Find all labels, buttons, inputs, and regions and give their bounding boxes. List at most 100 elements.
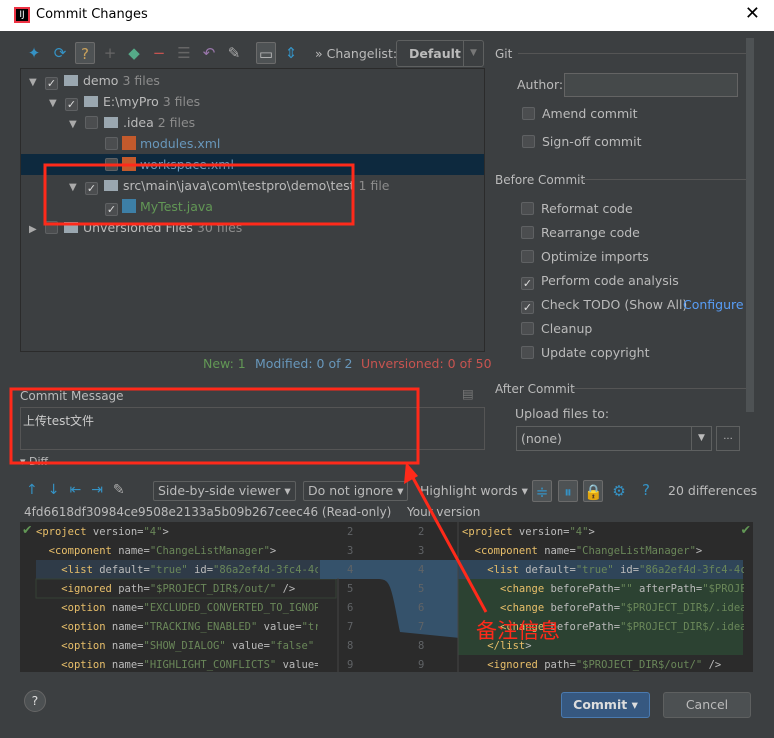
expand-arrow-icon[interactable]: ▶ xyxy=(29,219,45,240)
cancel-button[interactable]: Cancel xyxy=(663,692,751,718)
tree-checkbox[interactable] xyxy=(85,116,98,129)
add-icon[interactable]: + xyxy=(100,42,120,64)
differences-count: 20 differences xyxy=(668,483,758,498)
tree-item[interactable]: ▶ Unversioned Files 30 files xyxy=(21,217,484,238)
tree-item[interactable]: modules.xml xyxy=(21,133,484,154)
tree-checkbox[interactable]: ✓ xyxy=(65,98,78,111)
close-button[interactable]: ✕ xyxy=(745,3,760,24)
before-commit-checkbox[interactable]: Optimize imports xyxy=(521,248,649,266)
before-commit-checkbox[interactable]: Rearrange code xyxy=(521,224,640,242)
highlight-dropdown[interactable]: Highlight words ▾ xyxy=(415,481,533,501)
code-line: <list default="true" id="86a2ef4d-3fc4-4… xyxy=(61,564,318,576)
tree-checkbox[interactable]: ✓ xyxy=(105,203,118,216)
folder-icon xyxy=(64,75,78,86)
before-commit-checkbox[interactable]: ✓ Check TODO (Show All) xyxy=(521,296,687,314)
right-panel-scrollbar[interactable] xyxy=(746,38,754,412)
before-commit-label: Before Commit xyxy=(495,173,586,187)
java-file-icon xyxy=(122,199,136,213)
expand-arrow-icon[interactable]: ▼ xyxy=(69,114,85,135)
before-commit-checkbox[interactable]: Update copyright xyxy=(521,344,649,362)
tree-checkbox[interactable] xyxy=(105,158,118,171)
help-button[interactable]: ? xyxy=(24,690,46,712)
tree-item[interactable]: ▼ .idea 2 files xyxy=(21,112,484,133)
code-line: <ignored path="$PROJECT_DIR$/out/" /> xyxy=(61,583,296,595)
settings-gear-icon[interactable]: ⚙ xyxy=(609,480,629,502)
status-new: New: 1 xyxy=(203,356,246,371)
tree-item[interactable]: ▼ ✓ demo 3 files xyxy=(21,70,484,91)
code-line: <option name="SHOW_DIALOG" value="false"… xyxy=(61,640,315,652)
upload-files-label: Upload files to: xyxy=(515,406,610,421)
group-icon[interactable]: ☰ xyxy=(174,42,194,64)
show-diff-icon[interactable]: ✦ xyxy=(24,42,44,64)
commit-message-input[interactable]: 上传test文件 xyxy=(20,407,485,450)
status-modified: Modified: 0 of 2 xyxy=(255,356,353,371)
tree-item[interactable]: workspace.xml xyxy=(21,154,484,175)
tree-item[interactable]: ✓ MyTest.java xyxy=(21,196,484,217)
line-number: 6 xyxy=(347,602,354,614)
after-commit-label: After Commit xyxy=(495,382,575,396)
changelist-dropdown[interactable]: Default ▼ xyxy=(396,40,484,67)
collapse-unchanged-icon[interactable]: ≑ xyxy=(532,480,552,502)
upload-files-dropdown[interactable]: (none) ▼ xyxy=(516,426,712,451)
expand-arrow-icon[interactable]: ▼ xyxy=(29,72,45,93)
left-version-title: 4fd6618df30984ce9508e2133a5b09b267ceec46… xyxy=(24,505,392,519)
xml-file-icon xyxy=(122,157,136,171)
left-ok-icon: ✔ xyxy=(22,522,33,537)
expand-all-icon[interactable]: ⇕ xyxy=(281,42,301,64)
xml-file-icon xyxy=(122,136,136,150)
tree-item[interactable]: ▼ ✓ E:\myPro 3 files xyxy=(21,91,484,112)
configure-link[interactable]: Configure xyxy=(683,297,744,312)
line-number: 9 xyxy=(418,659,425,671)
diff-label[interactable]: ▾ Diff xyxy=(20,455,48,468)
edit-source-icon[interactable]: ✎ xyxy=(224,42,244,64)
before-commit-checkbox[interactable]: ✓ Perform code analysis xyxy=(521,272,679,290)
ignore-dropdown[interactable]: Do not ignore ▾ xyxy=(303,481,409,501)
line-number: 6 xyxy=(418,602,425,614)
remove-icon[interactable]: − xyxy=(149,42,169,64)
diff-nav-icons[interactable]: ↑↓⇤⇥✎ xyxy=(26,482,135,498)
viewer-dropdown[interactable]: Side-by-side viewer ▾ xyxy=(153,481,296,501)
code-line: <project version="4"> xyxy=(36,526,169,538)
folder-icon xyxy=(104,180,118,191)
tree-item[interactable]: ▼ ✓ src\main\java\com\testpro\demo\test 1 … xyxy=(21,175,484,196)
tree-checkbox[interactable] xyxy=(45,221,58,234)
lock-icon[interactable]: 🔒 xyxy=(583,480,603,502)
unversioned-icon[interactable]: ? xyxy=(75,42,95,64)
tree-checkbox[interactable]: ✓ xyxy=(45,77,58,90)
code-line: <option name="EXCLUDED_CONVERTED_TO_IGNO… xyxy=(61,602,318,614)
before-commit-checkbox[interactable]: Cleanup xyxy=(521,320,592,338)
amend-commit-checkbox[interactable]: Amend commit xyxy=(522,105,638,123)
code-line: <option name="TRACKING_ENABLED" value="t… xyxy=(61,621,318,633)
diff-viewer[interactable]: ✔ ✔ <project version="4"> 2 <component na… xyxy=(20,522,753,672)
commit-button[interactable]: Commit ▾ xyxy=(561,692,650,718)
annotation-text: 备注信息 xyxy=(476,619,560,643)
git-section-label: Git xyxy=(495,47,513,61)
before-commit-checkbox[interactable]: Reformat code xyxy=(521,200,633,218)
code-line: <component name="ChangeListManager"> xyxy=(48,545,277,557)
line-number: 4 xyxy=(347,564,354,576)
tree-checkbox[interactable]: ✓ xyxy=(85,182,98,195)
line-number: 9 xyxy=(347,659,354,671)
author-input[interactable] xyxy=(564,73,738,97)
app-logo-icon: IJ xyxy=(14,7,30,23)
expand-arrow-icon[interactable]: ▼ xyxy=(69,177,85,198)
group-by-directory-icon[interactable]: ▭ xyxy=(256,42,276,64)
expand-arrow-icon[interactable]: ▼ xyxy=(49,93,65,114)
rollback-icon[interactable]: ↶ xyxy=(199,42,219,64)
history-icon[interactable]: ▤ xyxy=(462,386,474,401)
changes-tree[interactable]: ▼ ✓ demo 3 files ▼ ✓ E:\myPro 3 files ▼ .idea 2… xyxy=(20,68,485,352)
move-icon[interactable]: ◆ xyxy=(124,42,144,64)
line-number: 8 xyxy=(347,640,354,652)
tree-checkbox[interactable] xyxy=(105,137,118,150)
upload-more-button[interactable]: ... xyxy=(716,426,740,451)
sync-scroll-icon[interactable]: ⏸ xyxy=(558,480,578,502)
code-line: <project version="4"> xyxy=(462,526,595,538)
folder-icon xyxy=(84,96,98,107)
refresh-icon[interactable]: ⟳ xyxy=(50,42,70,64)
signoff-commit-checkbox[interactable]: Sign-off commit xyxy=(522,133,642,151)
line-number: 5 xyxy=(418,583,425,595)
folder-icon xyxy=(104,117,118,128)
diff-help-icon[interactable]: ? xyxy=(642,481,650,499)
code-line: <list default="true" id="86a2ef4d-3fc4-4… xyxy=(487,564,744,576)
line-number: 7 xyxy=(347,621,354,633)
